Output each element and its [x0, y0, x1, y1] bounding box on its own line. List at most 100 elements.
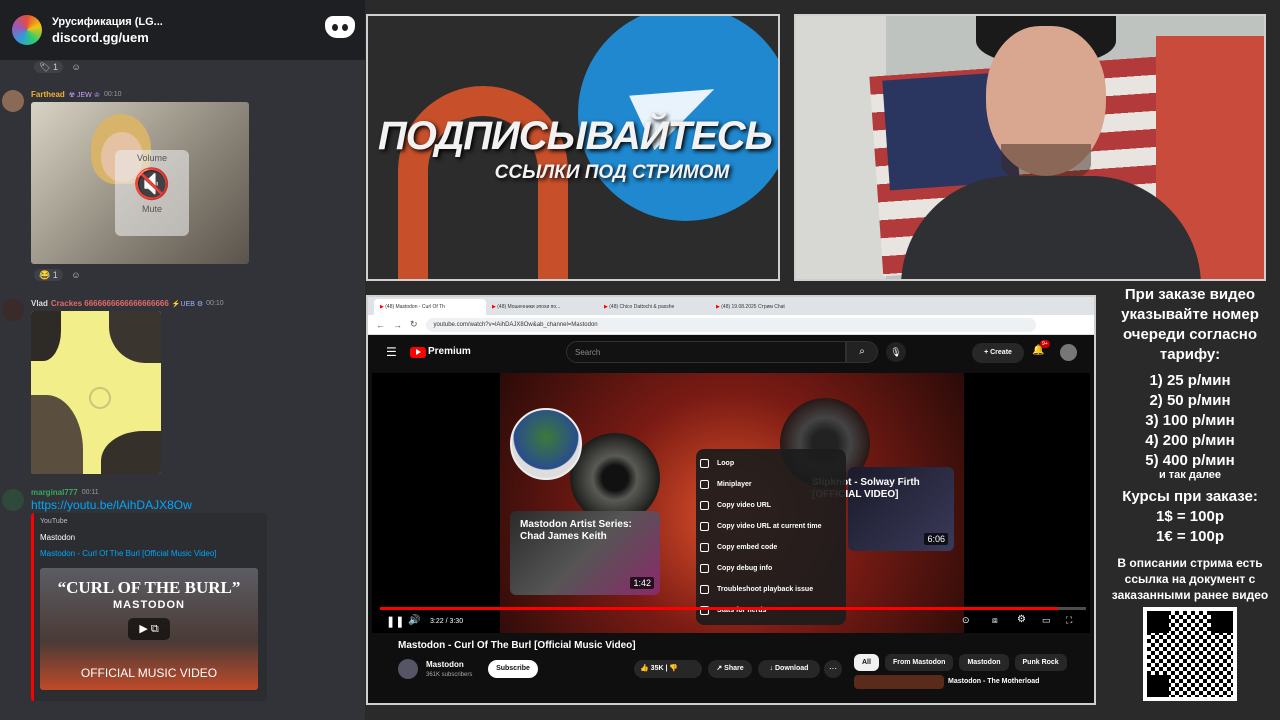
context-menu-item[interactable]: Copy embed code [696, 537, 846, 558]
search-icon[interactable]: ⌕ [846, 341, 878, 363]
context-menu-item[interactable]: Troubleshoot playback issue [696, 579, 846, 600]
context-menu-item[interactable]: Copy debug info [696, 558, 846, 579]
back-icon[interactable]: ← [376, 320, 385, 330]
browser-tab[interactable]: ▶ (48) Мошенники эпохи по... [486, 299, 598, 315]
server-icon [12, 15, 42, 45]
fullscreen-icon[interactable]: ⛶ [1066, 615, 1072, 626]
menu-item-icon [700, 480, 709, 489]
filter-chip[interactable]: Mastodon [959, 654, 1009, 671]
filter-chips: All From Mastodon Mastodon Punk Rock [854, 651, 1073, 671]
rec-title[interactable]: Mastodon - The Motherload [948, 678, 1039, 685]
theater-icon[interactable]: ▭ [1042, 615, 1051, 626]
subtitles-icon[interactable]: ⧈ [992, 615, 998, 626]
reload-icon[interactable]: ↻ [410, 319, 418, 330]
channel-avatar[interactable] [398, 659, 418, 679]
username[interactable]: marginal777 [31, 488, 78, 497]
context-menu-item[interactable]: Loop [696, 453, 846, 474]
channel-name[interactable]: Mastodon [426, 660, 464, 669]
download-button[interactable]: ↓ Download [758, 660, 820, 678]
filter-chip[interactable]: All [854, 654, 879, 671]
menu-item-label: Loop [717, 460, 735, 467]
qr-code[interactable] [1143, 607, 1237, 701]
progress-track[interactable] [380, 607, 1086, 610]
browser-window: ▶ (48) Mastodon - Curl Of Th ▶ (48) Мошен… [366, 295, 1096, 705]
more-icon[interactable]: ⋯ [824, 660, 842, 678]
reaction-chip[interactable]: 🏷 1 [34, 61, 63, 73]
endscreen-card-left[interactable]: Mastodon Artist Series: Chad James Keith… [510, 511, 660, 595]
filter-chip[interactable]: Punk Rock [1014, 654, 1067, 671]
youtube-logo-icon[interactable] [410, 347, 426, 358]
username-suffix: Crackes 6666666666666666666 [50, 299, 169, 308]
youtube-tab-icon: ▶ [380, 304, 384, 310]
account-avatar[interactable] [1060, 344, 1077, 361]
create-button[interactable]: + Create [972, 343, 1024, 363]
menu-item-label: Troubleshoot playback issue [717, 586, 814, 593]
volume-icon[interactable]: 🔊 [408, 615, 420, 626]
promo-title: ПОДПИСЫВАЙТЕСЬ [377, 114, 773, 158]
youtube-header: ☰ Premium Search ⌕ 🎙 + Create 🔔 9+ [368, 336, 1094, 370]
browser-tab[interactable]: ▶ (48) Mastodon - Curl Of Th [374, 299, 486, 315]
filter-chip[interactable]: From Mastodon [884, 654, 954, 671]
embed-thumbnail[interactable]: “CURL OF THE BURL” MASTODON ▶ ⧉ OFFICIAL… [40, 568, 258, 690]
timestamp: 00:10 [206, 300, 224, 307]
username[interactable]: Vlad [31, 299, 48, 308]
brand-label[interactable]: Premium [428, 346, 471, 357]
channel-watermark[interactable] [510, 408, 582, 480]
reaction-row[interactable]: 😂 1 ☺ [34, 269, 80, 281]
tariff-list: 1) 25 р/мин 2) 50 р/мин 3) 100 р/мин 4) 200… [1100, 371, 1280, 471]
discord-logo-icon [325, 16, 355, 38]
endscreen-duration: 1:42 [630, 577, 654, 589]
context-menu-item[interactable]: Stats for nerds [696, 600, 846, 621]
rec-thumbnail[interactable] [854, 675, 944, 689]
video-player[interactable]: Mastodon Artist Series: Chad James Keith… [372, 373, 1090, 633]
context-menu-item[interactable]: Copy video URL at current time [696, 516, 846, 537]
menu-item-icon [700, 459, 709, 468]
play-icon[interactable]: ▶ ⧉ [128, 618, 170, 640]
menu-icon[interactable]: ☰ [386, 345, 397, 359]
discord-server-header[interactable]: Урусификация (LG... discord.gg/uem [0, 0, 365, 60]
share-button[interactable]: ↗ Share [708, 660, 752, 678]
browser-tab[interactable]: ▶ (48) 19.08.2025 Стрим Chat [710, 299, 822, 315]
embed-author[interactable]: Mastodon [40, 533, 75, 542]
youtube-tab-icon: ▶ [604, 304, 608, 310]
cats-gif-attachment[interactable] [31, 311, 161, 474]
add-reaction-icon[interactable]: ☺ [71, 62, 80, 72]
add-reaction-icon[interactable]: ☺ [71, 270, 80, 280]
server-invite[interactable]: discord.gg/uem [52, 30, 163, 45]
forward-icon[interactable]: → [393, 320, 402, 330]
tab-label: (48) 19.08.2025 Стрим Chat [721, 304, 785, 310]
pause-icon[interactable]: ❚❚ [386, 615, 404, 628]
like-button[interactable]: 👍 35K | 👎 [634, 660, 702, 678]
order-intro: При заказе видео указывайте номер очеред… [1121, 286, 1259, 363]
subscriber-count: 361K subscribers [426, 672, 473, 678]
settings-icon[interactable]: ⚙ [1017, 614, 1026, 625]
tariff-etc: и так далее [1158, 469, 1222, 481]
gif-attachment[interactable]: Volume 🔇 Mute [31, 102, 249, 264]
time-display: 3:22 / 3:30 [430, 618, 464, 625]
subscribe-button[interactable]: Subscribe [488, 660, 538, 678]
youtube-link[interactable]: https://youtu.be/lAihDAJX8Ow [31, 498, 192, 512]
avatar[interactable] [2, 489, 24, 511]
context-menu-item[interactable]: Copy video URL [696, 495, 846, 516]
menu-item-label: Copy video URL at current time [717, 523, 822, 530]
promo-subtitle: ССЫЛКИ ПОД СТРИМОМ [494, 162, 730, 183]
username[interactable]: Farthead [31, 90, 65, 99]
endscreen-card-right[interactable]: Slipknot - Solway Firth [OFFICIAL VIDEO]… [812, 467, 954, 551]
tariff-item: 3) 100 р/мин [1145, 412, 1235, 429]
browser-tab[interactable]: ▶ (48) Chico Dattochi & passhe [598, 299, 710, 315]
courses-list: 1$ = 100р 1€ = 100р [1100, 507, 1280, 547]
reaction-chip[interactable]: 😂 1 [34, 269, 63, 281]
mic-icon[interactable]: 🎙 [886, 342, 906, 362]
course-item: 1€ = 100р [1156, 528, 1224, 545]
search-input[interactable]: Search [566, 341, 846, 363]
avatar[interactable] [2, 90, 24, 112]
embed-provider: YouTube [40, 518, 68, 525]
avatar[interactable] [2, 299, 24, 321]
cat-shape [31, 395, 83, 474]
address-bar[interactable]: youtube.com/watch?v=lAihDAJX8Ow&ab_chann… [425, 317, 1036, 332]
embed-title[interactable]: Mastodon - Curl Of The Burl [Official Mu… [40, 549, 217, 558]
autoplay-toggle[interactable]: ⊙ [962, 615, 970, 626]
server-name: Урусификация (LG... [52, 15, 163, 28]
context-menu-item[interactable]: Miniplayer [696, 474, 846, 495]
reaction-row[interactable]: 🏷 1 ☺ [34, 61, 81, 73]
